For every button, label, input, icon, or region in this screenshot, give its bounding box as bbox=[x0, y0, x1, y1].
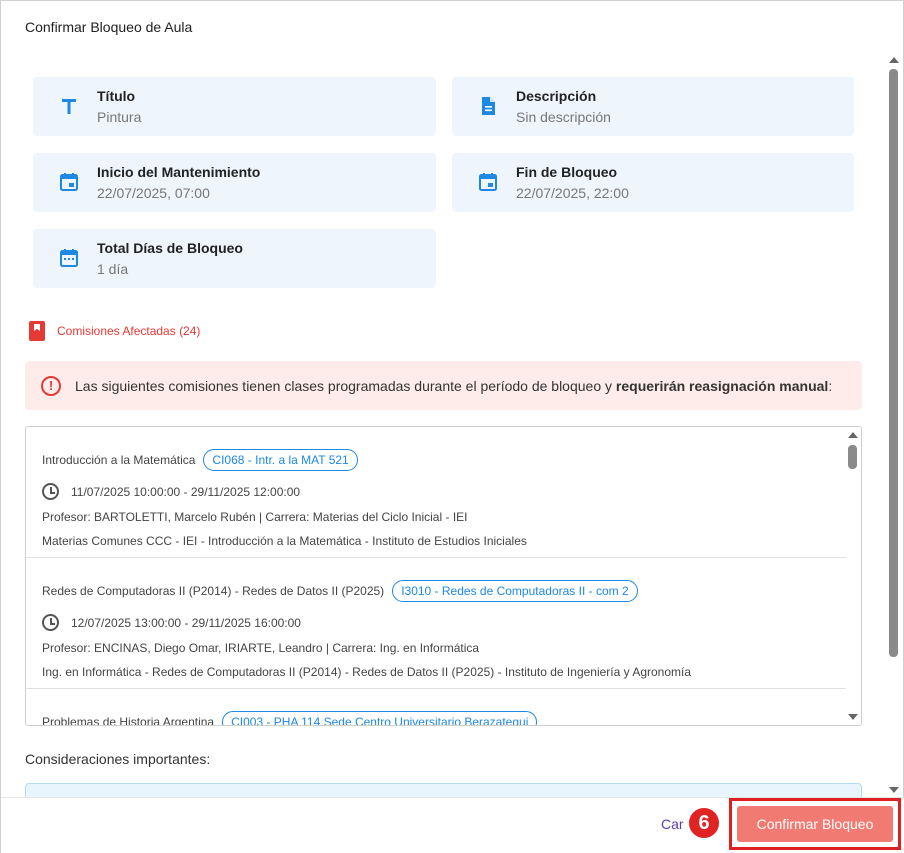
commission-subject: Redes de Computadoras II (P2014) - Redes… bbox=[42, 584, 385, 598]
scroll-down-arrow-icon[interactable] bbox=[848, 714, 858, 720]
affected-commissions-header: Comisiones Afectadas (24) bbox=[29, 321, 200, 341]
card-descripcion: Descripción Sin descripción bbox=[452, 77, 854, 136]
calendar-icon bbox=[479, 173, 497, 191]
commission-code-chip[interactable]: I3010 - Redes de Computadoras II - com 2 bbox=[392, 580, 638, 602]
step-number-badge: 6 bbox=[687, 806, 721, 840]
card-titulo-value: Pintura bbox=[97, 109, 142, 125]
title-icon bbox=[62, 99, 76, 114]
commission-professor: Profesor: ENCINAS, Diego Omar, IRIARTE, … bbox=[42, 641, 480, 655]
card-inicio-value: 22/07/2025, 07:00 bbox=[97, 185, 210, 201]
bookmark-icon bbox=[29, 321, 45, 341]
alert-text-bold: requerirán reasignación manual bbox=[615, 377, 829, 394]
dialog-footer: Car 6 Confirmar Bloqueo bbox=[1, 797, 904, 853]
card-inicio: Inicio del Mantenimiento 22/07/2025, 07:… bbox=[33, 153, 436, 212]
commission-code-chip[interactable]: CI068 - Intr. a la MAT 521 bbox=[203, 449, 358, 471]
card-titulo-label: Título bbox=[97, 88, 136, 104]
card-total-label: Total Días de Bloqueo bbox=[97, 240, 243, 256]
commission-detail: Materias Comunes CCC - IEI - Introducció… bbox=[42, 534, 527, 548]
calendar-icon bbox=[60, 173, 78, 191]
dialog-scrollbar[interactable] bbox=[885, 53, 901, 797]
warning-alert: ! Las siguientes comisiones tienen clase… bbox=[25, 361, 862, 410]
card-descripcion-label: Descripción bbox=[516, 88, 597, 104]
scroll-down-arrow-icon[interactable] bbox=[889, 787, 899, 793]
list-item: Problemas de Historia Argentina CI003 - P… bbox=[26, 689, 846, 726]
card-inicio-label: Inicio del Mantenimiento bbox=[97, 164, 261, 180]
alert-icon: ! bbox=[41, 375, 61, 396]
commission-schedule: 12/07/2025 13:00:00 - 29/11/2025 16:00:0… bbox=[71, 615, 301, 630]
commission-professor: Profesor: BARTOLETTI, Marcelo Rubén | Ca… bbox=[42, 510, 468, 524]
dialog-title: Confirmar Bloqueo de Aula bbox=[25, 19, 193, 35]
list-scrollbar[interactable] bbox=[845, 427, 861, 725]
affected-commissions-label: Comisiones Afectadas (24) bbox=[57, 324, 201, 338]
clock-icon bbox=[42, 614, 59, 631]
card-fin: Fin de Bloqueo 22/07/2025, 22:00 bbox=[452, 153, 854, 212]
alert-text: Las siguientes comisiones tienen clases … bbox=[75, 378, 832, 394]
card-descripcion-value: Sin descripción bbox=[516, 109, 611, 125]
dialog-scroll-thumb[interactable] bbox=[889, 69, 898, 657]
cancel-button[interactable]: Car bbox=[661, 816, 684, 832]
card-total-value: 1 día bbox=[97, 261, 129, 277]
scroll-up-arrow-icon[interactable] bbox=[848, 432, 858, 438]
card-fin-value: 22/07/2025, 22:00 bbox=[516, 185, 629, 201]
alert-text-prefix: Las siguientes comisiones tienen clases … bbox=[75, 377, 616, 394]
commission-code-chip[interactable]: CI003 - PHA 114 Sede Centro Universitari… bbox=[222, 711, 538, 725]
alert-text-suffix: : bbox=[828, 377, 833, 394]
dialog-content: Título Pintura Descripción Sin descripci… bbox=[1, 53, 885, 797]
clock-icon bbox=[42, 483, 59, 500]
list-item: Introducción a la Matemática CI068 - Intr… bbox=[26, 427, 846, 558]
considerations-heading: Consideraciones importantes: bbox=[25, 751, 211, 767]
commission-subject: Problemas de Historia Argentina bbox=[42, 715, 215, 726]
card-titulo: Título Pintura bbox=[33, 77, 436, 136]
commission-detail: Ing. en Informática - Redes de Computado… bbox=[42, 665, 692, 679]
card-fin-label: Fin de Bloqueo bbox=[516, 164, 618, 180]
confirm-block-button[interactable]: Confirmar Bloqueo bbox=[737, 806, 893, 842]
confirm-block-dialog: Confirmar Bloqueo de Aula Título Pintura… bbox=[0, 0, 904, 853]
considerations-info-box bbox=[25, 783, 862, 797]
calendar-grid-icon bbox=[60, 249, 78, 267]
list-item: Redes de Computadoras II (P2014) - Redes… bbox=[26, 558, 846, 689]
commission-schedule: 11/07/2025 10:00:00 - 29/11/2025 12:00:0… bbox=[71, 484, 301, 499]
commission-subject: Introducción a la Matemática bbox=[42, 453, 196, 467]
list-scroll-thumb[interactable] bbox=[848, 445, 857, 469]
card-total-dias: Total Días de Bloqueo 1 día bbox=[33, 229, 436, 288]
document-icon bbox=[482, 97, 495, 115]
commissions-list[interactable]: Introducción a la Matemática CI068 - Intr… bbox=[25, 426, 862, 726]
scroll-up-arrow-icon[interactable] bbox=[889, 57, 899, 63]
